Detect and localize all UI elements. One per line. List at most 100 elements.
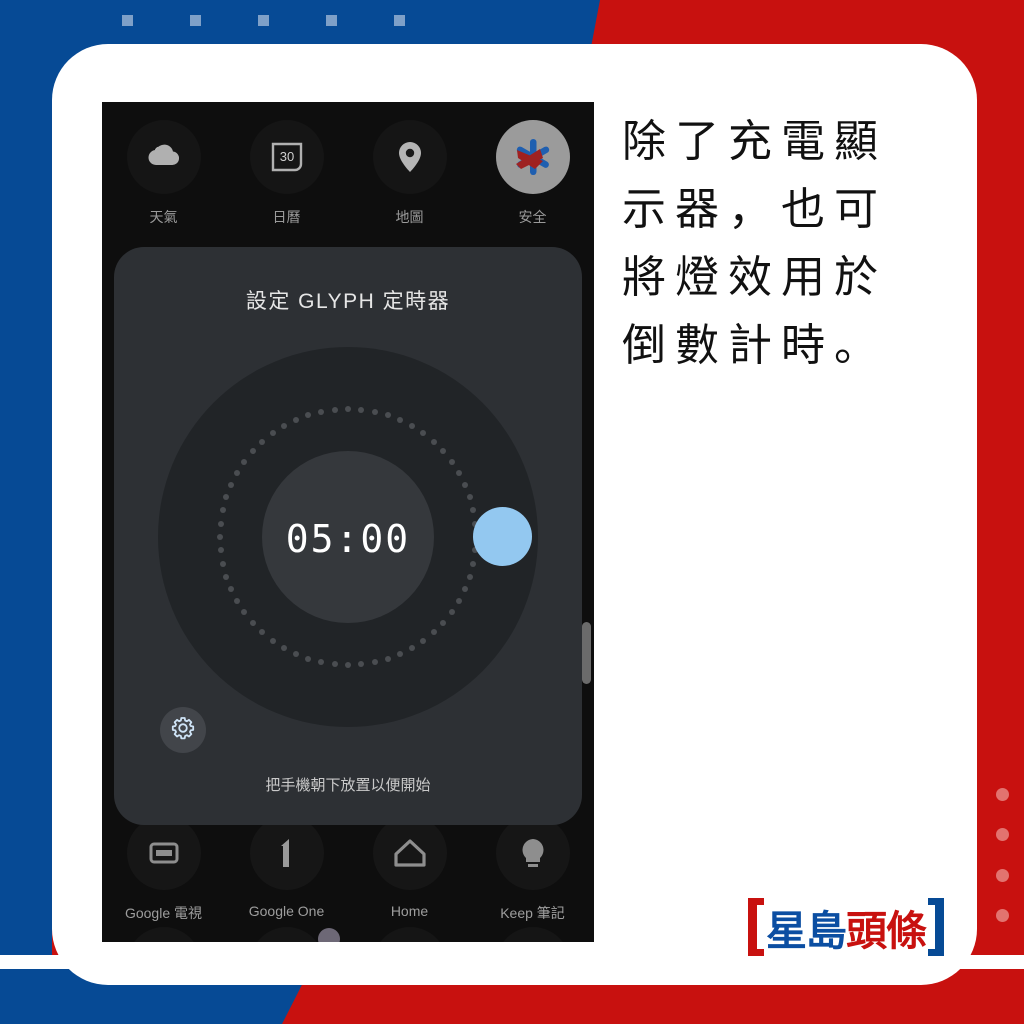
dial-tick-dot — [358, 406, 365, 413]
dial-tick-dot — [228, 481, 235, 488]
dial-tick-dot — [223, 494, 230, 501]
dial-tick-dot — [234, 470, 241, 476]
dial-tick-dot — [345, 662, 351, 668]
dial-tick-dot — [430, 629, 437, 636]
app-partial-1[interactable] — [102, 927, 225, 942]
logo-blue-text: 星島 — [766, 908, 847, 954]
dial-tick-dot — [331, 406, 338, 413]
app-label: Google 電視 — [124, 905, 203, 921]
dial-tick-dot — [409, 423, 415, 430]
dial-tick-dot — [331, 661, 338, 668]
dial-tick-dot — [397, 417, 404, 424]
decor-square-dot — [258, 15, 269, 26]
app-row-bottom: Google 電視 Google One Home Keep 筆記 — [102, 816, 594, 923]
map-pin-icon — [372, 120, 447, 194]
dial-knob-handle[interactable] — [473, 507, 532, 566]
app-safety[interactable]: 安全 — [471, 120, 594, 227]
dial-tick-dot — [305, 412, 312, 419]
dial-tick-dot — [461, 586, 468, 593]
dial-tick-dot — [466, 494, 473, 501]
logo-left-bracket — [748, 898, 764, 956]
dial-tick-dot — [470, 507, 477, 514]
dial-tick-dot — [249, 619, 256, 626]
app-row-partial — [102, 927, 594, 942]
dial-tick-dot — [249, 448, 256, 455]
decor-square-dot — [394, 15, 405, 26]
dial-tick-dot — [305, 655, 312, 662]
app-placeholder-icon — [249, 927, 324, 942]
vertical-scrollbar[interactable] — [582, 622, 591, 684]
caption-text: 除了充電顯示器，也可將燈效用於倒數計時。 — [622, 116, 887, 371]
blue-left-band — [0, 120, 52, 980]
app-calendar[interactable]: 30 日曆 — [225, 120, 348, 227]
sing-tao-logo: 星島 頭條 — [748, 896, 944, 958]
app-google-tv[interactable]: Google 電視 — [102, 816, 225, 923]
dial-tick-dot — [318, 408, 325, 415]
dial-tick-dot — [455, 598, 462, 604]
app-label: Home — [390, 903, 429, 919]
decor-square-dot — [326, 15, 337, 26]
safety-asterisk-icon — [495, 120, 570, 194]
dial-tick-dot — [219, 560, 226, 567]
glyph-timer-hint: 把手機朝下放置以便開始 — [265, 777, 431, 794]
dial-tick-dot — [269, 637, 276, 644]
dial-tick-dot — [455, 470, 462, 476]
app-partial-4[interactable] — [471, 927, 594, 942]
glyph-timer-title: 設定 GLYPH 定時器 — [245, 290, 451, 313]
app-partial-3[interactable] — [348, 927, 471, 942]
dial-tick-dot — [241, 609, 248, 616]
app-label: Google One — [248, 903, 325, 919]
app-label: 天氣 — [149, 209, 178, 225]
dial-tick-dot — [345, 406, 351, 412]
logo-wordmark: 星島 頭條 — [764, 897, 928, 957]
dial-tick-dot — [281, 423, 287, 430]
dial-tick-dot — [420, 430, 427, 437]
app-google-one[interactable]: Google One — [225, 816, 348, 923]
dial-tick-dot — [420, 637, 427, 644]
app-label: 安全 — [518, 209, 547, 225]
app-placeholder-icon — [495, 927, 570, 942]
phone-screenshot: 天氣 30 日曆 地圖 安全 Google 電視 Google One Home… — [102, 102, 594, 942]
app-placeholder-icon — [372, 927, 447, 942]
dial-tick-dot — [371, 659, 378, 666]
dial-tick-dot — [292, 417, 299, 424]
decor-circle-dot — [996, 788, 1009, 801]
dial-tick-dot — [241, 458, 248, 465]
logo-red-text: 頭條 — [846, 908, 927, 954]
logo-right-bracket — [928, 898, 944, 956]
decor-square-dot — [122, 15, 133, 26]
dial-tick-dot — [259, 629, 266, 636]
app-label: 地圖 — [395, 209, 424, 225]
dial-tick-dot — [234, 598, 241, 604]
svg-text:30: 30 — [279, 149, 293, 164]
dial-tick-dot — [384, 412, 391, 419]
app-maps[interactable]: 地圖 — [348, 120, 471, 227]
decor-circle-dot — [996, 869, 1009, 882]
app-placeholder-icon — [126, 927, 201, 942]
dial-tick-dot — [219, 507, 226, 514]
google-tv-icon — [126, 816, 201, 890]
timer-settings-button[interactable] — [160, 707, 206, 753]
app-weather[interactable]: 天氣 — [102, 120, 225, 227]
dial-tick-dot — [269, 430, 276, 437]
app-label: 日曆 — [272, 209, 301, 225]
dial-tick-dot — [409, 644, 415, 651]
app-row-top: 天氣 30 日曆 地圖 安全 — [102, 120, 594, 227]
home-icon — [372, 816, 447, 890]
app-home[interactable]: Home — [348, 816, 471, 923]
dial-tick-dot — [223, 573, 230, 580]
keep-bulb-icon — [495, 816, 570, 890]
app-keep[interactable]: Keep 筆記 — [471, 816, 594, 923]
timer-dial[interactable]: 05:00 — [158, 347, 538, 727]
dial-tick-dot — [228, 586, 235, 593]
dial-tick-dot — [259, 438, 266, 445]
dial-tick-dot — [448, 609, 455, 616]
gear-icon — [171, 716, 195, 745]
dial-tick-dot — [358, 661, 365, 668]
calendar-30-icon: 30 — [249, 120, 324, 194]
dial-tick-dot — [440, 619, 447, 626]
dial-tick-dot — [430, 438, 437, 445]
dial-tick-dot — [440, 448, 447, 455]
dial-tick-dot — [470, 560, 477, 567]
glyph-timer-card: 設定 GLYPH 定時器 05:00 把手機朝下放置以便開始 — [114, 247, 582, 825]
